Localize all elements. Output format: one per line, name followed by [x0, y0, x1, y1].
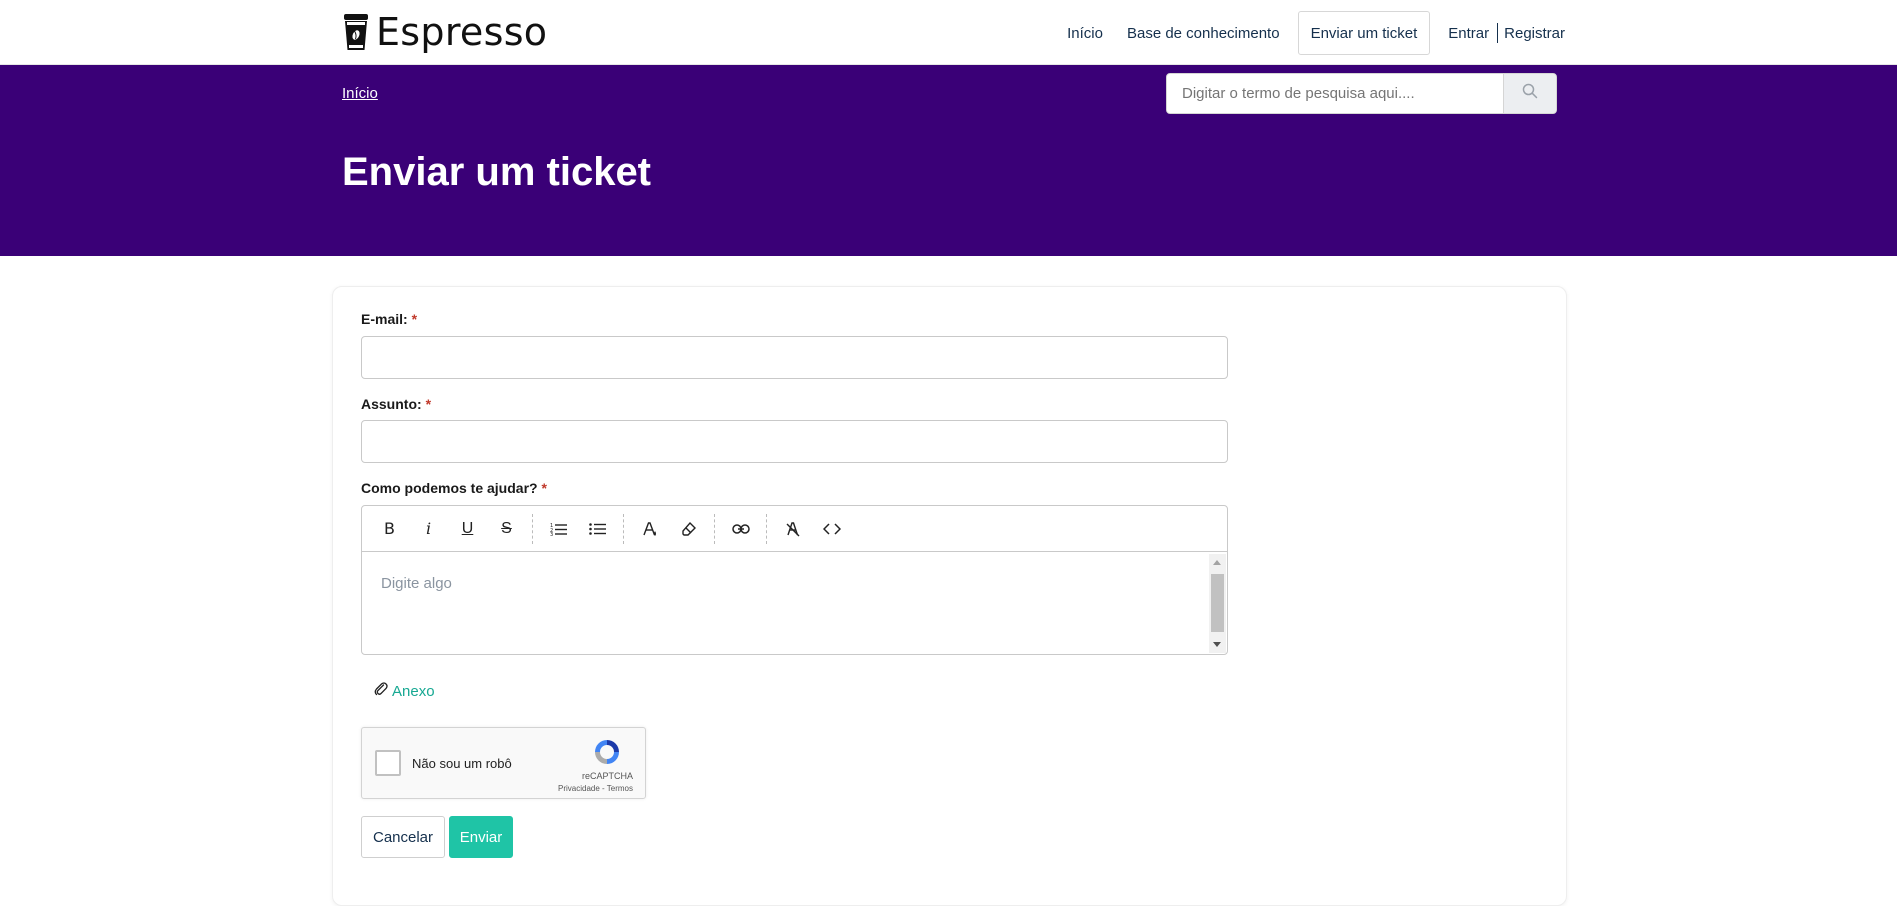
search-button[interactable]	[1503, 74, 1556, 113]
code-icon	[822, 522, 841, 535]
bold-button[interactable]: B	[370, 513, 409, 545]
bullet-list-icon	[588, 522, 606, 535]
required-mark: *	[425, 396, 432, 412]
page-title: Enviar um ticket	[342, 150, 652, 194]
ordered-list-icon: 123	[550, 523, 567, 536]
underline-icon: U	[461, 519, 474, 537]
toolbar-divider	[532, 513, 533, 544]
rich-text-editor: B i U S 123 Digite algo	[361, 505, 1228, 655]
recaptcha-brand: reCAPTCHA	[581, 771, 633, 781]
paperclip-icon	[374, 681, 388, 701]
link-icon	[731, 523, 750, 534]
submit-button[interactable]: Enviar	[449, 816, 513, 858]
brand-name: Espresso	[376, 10, 548, 54]
brand-logo[interactable]: Espresso	[342, 10, 547, 54]
editor-scrollbar[interactable]	[1209, 554, 1226, 653]
clear-format-button[interactable]	[773, 513, 812, 545]
search-input[interactable]	[1167, 74, 1503, 113]
italic-button[interactable]: i	[409, 513, 448, 545]
code-button[interactable]	[812, 513, 851, 545]
clear-format-icon	[786, 521, 799, 536]
recaptcha-logo-icon	[592, 737, 622, 767]
nav-divider	[1497, 23, 1499, 43]
subject-field[interactable]	[361, 420, 1228, 463]
toolbar-divider	[623, 513, 624, 544]
nav-sign-in[interactable]: Entrar	[1436, 11, 1493, 55]
recaptcha-checkbox[interactable]	[375, 750, 401, 776]
editor-placeholder: Digite algo	[381, 575, 452, 592]
editor-content[interactable]: Digite algo	[362, 552, 1227, 655]
email-field[interactable]	[361, 336, 1228, 379]
message-label: Como podemos te ajudar? *	[361, 480, 547, 496]
cancel-button[interactable]: Cancelar	[361, 816, 445, 858]
search-bar	[1166, 73, 1557, 114]
toolbar-divider	[714, 513, 715, 544]
top-navbar: Espresso Início Base de conhecimento Env…	[0, 0, 1897, 65]
ordered-list-button[interactable]: 123	[539, 513, 578, 545]
required-mark: *	[541, 480, 547, 496]
bold-icon: B	[384, 519, 395, 538]
recaptcha-widget: Não sou um robô reCAPTCHA Privacidade - …	[361, 727, 646, 799]
editor-toolbar: B i U S 123	[362, 506, 1227, 552]
text-color-icon	[642, 521, 656, 536]
coffee-cup-icon	[342, 12, 370, 52]
breadcrumb-home[interactable]: Início	[342, 85, 378, 102]
attachment-label: Anexo	[392, 682, 435, 700]
svg-text:3: 3	[550, 532, 553, 536]
nav-register[interactable]: Registrar	[1502, 11, 1565, 55]
main-nav: Início Base de conhecimento Enviar um ti…	[1055, 11, 1565, 55]
subject-label: Assunto: *	[361, 396, 432, 412]
strikethrough-button[interactable]: S	[487, 513, 526, 545]
highlight-button[interactable]	[669, 513, 708, 545]
text-color-button[interactable]	[630, 513, 669, 545]
underline-button[interactable]: U	[448, 513, 487, 545]
nav-knowledge-base[interactable]: Base de conhecimento	[1115, 11, 1292, 55]
recaptcha-links[interactable]: Privacidade - Termos	[558, 784, 633, 793]
scroll-thumb[interactable]	[1211, 574, 1224, 632]
hero-banner: Início Enviar um ticket	[0, 65, 1897, 256]
search-icon	[1522, 83, 1538, 104]
nav-submit-ticket[interactable]: Enviar um ticket	[1297, 11, 1431, 55]
toolbar-divider	[766, 513, 767, 544]
link-button[interactable]	[721, 513, 760, 545]
attachment-link[interactable]: Anexo	[374, 681, 435, 701]
strikethrough-icon: S	[501, 519, 512, 537]
recaptcha-label: Não sou um robô	[412, 756, 512, 771]
italic-icon: i	[425, 519, 432, 538]
bullet-list-button[interactable]	[578, 513, 617, 545]
required-mark: *	[411, 311, 418, 327]
scroll-down-icon[interactable]	[1213, 642, 1221, 647]
email-label: E-mail: *	[361, 311, 418, 327]
nav-home[interactable]: Início	[1055, 11, 1115, 55]
highlighter-icon	[681, 521, 696, 536]
scroll-up-icon[interactable]	[1213, 560, 1221, 565]
